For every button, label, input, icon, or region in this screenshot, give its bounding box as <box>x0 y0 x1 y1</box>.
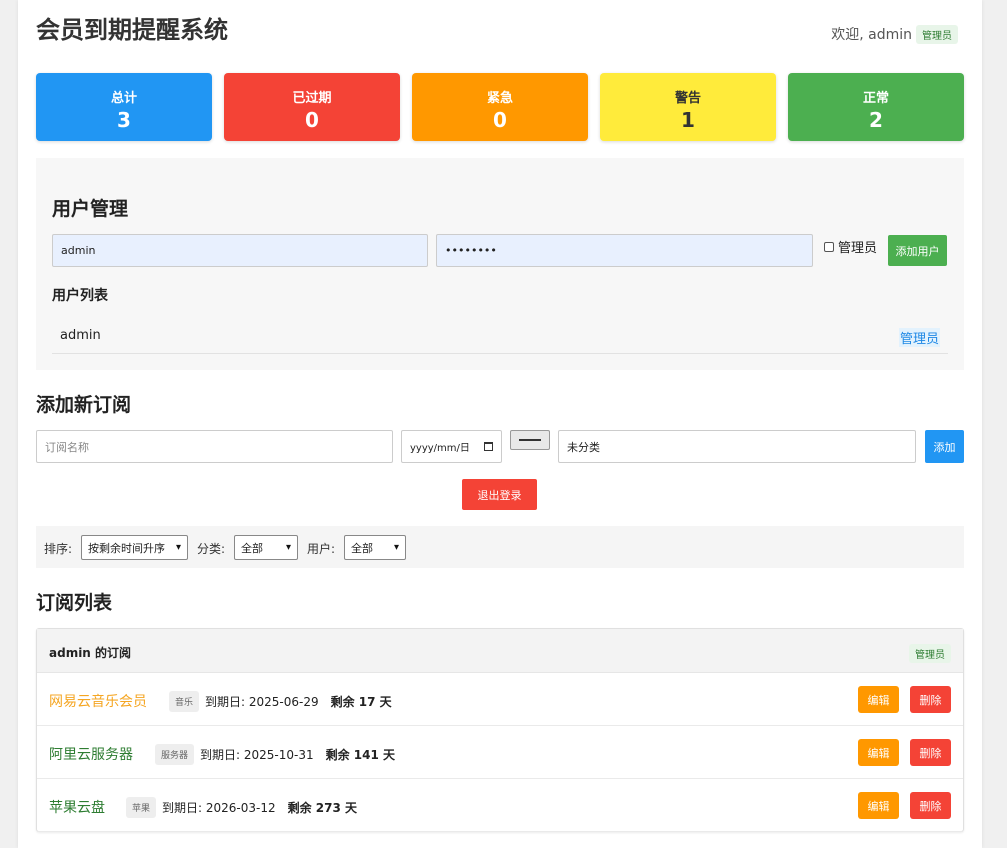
user-filter-label: 用户: <box>307 542 336 556</box>
stat-total: 总计 3 <box>36 73 212 141</box>
username-input[interactable]: admin <box>52 234 428 267</box>
page-container: 会员到期提醒系统 欢迎, admin 管理员 总计 3 已过期 0 紧急 0 警… <box>18 0 982 848</box>
add-subscription-button[interactable]: 添加 <box>925 430 964 463</box>
header: 会员到期提醒系统 欢迎, admin 管理员 <box>36 8 964 48</box>
user-filter-select[interactable]: 全部 ▾ <box>344 535 406 560</box>
subscription-row: 阿里云服务器 服务器 到期日: 2025-10-31 剩余 141 天 编辑 删… <box>37 726 963 779</box>
edit-button[interactable]: 编辑 <box>858 792 899 819</box>
page-title: 会员到期提醒系统 <box>36 16 228 44</box>
expiry-date: 到期日: 2025-10-31 <box>200 748 314 762</box>
color-picker-button[interactable] <box>510 430 550 450</box>
stat-label: 总计 <box>110 91 137 106</box>
chevron-down-icon: ▾ <box>393 542 399 553</box>
owner-heading: admin 的订阅 <box>49 646 132 660</box>
days-remaining: 剩余 141 天 <box>325 748 396 762</box>
add-subscription-title: 添加新订阅 <box>36 394 132 416</box>
category-input[interactable]: 未分类 <box>558 430 916 463</box>
category-tag: 音乐 <box>169 691 200 712</box>
edit-button[interactable]: 编辑 <box>858 739 899 766</box>
delete-button[interactable]: 删除 <box>910 739 951 766</box>
subscription-info: 服务器 到期日: 2025-10-31 剩余 141 天 <box>155 744 395 765</box>
date-placeholder: yyyy/mm/日 <box>410 443 470 454</box>
stat-expired: 已过期 0 <box>224 73 400 141</box>
user-list-title: 用户列表 <box>52 288 108 304</box>
subscription-info: 苹果 到期日: 2026-03-12 剩余 273 天 <box>126 797 357 818</box>
stat-label: 已过期 <box>292 91 332 106</box>
subscription-info: 音乐 到期日: 2025-06-29 剩余 17 天 <box>169 691 392 712</box>
stats-row: 总计 3 已过期 0 紧急 0 警告 1 正常 2 <box>36 73 964 141</box>
subscription-list-title: 订阅列表 <box>36 592 113 614</box>
expiry-date: 到期日: 2025-06-29 <box>205 695 319 709</box>
welcome-area: 欢迎, admin 管理员 <box>831 24 958 44</box>
stat-value: 1 <box>681 108 695 132</box>
days-remaining: 剩余 273 天 <box>287 801 358 815</box>
stat-label: 警告 <box>674 91 701 106</box>
stat-warning: 警告 1 <box>600 73 776 141</box>
stat-value: 2 <box>869 108 883 132</box>
expiry-date: 到期日: 2026-03-12 <box>162 801 276 815</box>
category-filter-value: 全部 <box>241 541 263 555</box>
days-remaining: 剩余 17 天 <box>330 695 392 709</box>
category-filter-label: 分类: <box>197 542 226 556</box>
filter-bar: 排序: 按剩余时间升序 ▾ 分类: 全部 ▾ 用户: 全部 ▾ <box>36 526 964 568</box>
stat-label: 紧急 <box>486 91 513 106</box>
subscription-name: 阿里云服务器 <box>49 747 133 763</box>
stat-label: 正常 <box>862 91 889 106</box>
subscription-name-input[interactable]: 订阅名称 <box>36 430 393 463</box>
subscription-row: 苹果云盘 苹果 到期日: 2026-03-12 剩余 273 天 编辑 删除 <box>37 779 963 832</box>
calendar-icon[interactable] <box>484 442 493 451</box>
checkbox-box[interactable] <box>824 241 834 252</box>
category-filter-select[interactable]: 全部 ▾ <box>234 535 298 560</box>
user-management-title: 用户管理 <box>52 198 129 220</box>
chevron-down-icon: ▾ <box>175 542 181 553</box>
stat-value: 3 <box>117 108 131 132</box>
user-filter-value: 全部 <box>351 541 373 555</box>
stat-normal: 正常 2 <box>788 73 964 141</box>
chevron-down-icon: ▾ <box>285 542 291 553</box>
stat-value: 0 <box>493 108 507 132</box>
delete-button[interactable]: 删除 <box>910 686 951 713</box>
user-name: admin <box>60 328 101 343</box>
sort-select[interactable]: 按剩余时间升序 ▾ <box>81 535 188 560</box>
user-role: 管理员 <box>898 328 940 347</box>
color-swatch <box>519 439 541 441</box>
user-management-panel: 用户管理 admin •••••••• 管理员 添加用户 用户列表 admin … <box>36 158 964 370</box>
category-tag: 苹果 <box>126 797 157 818</box>
edit-button[interactable]: 编辑 <box>858 686 899 713</box>
admin-checkbox-label: 管理员 <box>838 241 878 256</box>
subscription-name: 网易云音乐会员 <box>49 694 147 710</box>
password-input[interactable]: •••••••• <box>436 234 813 267</box>
role-badge: 管理员 <box>916 24 958 44</box>
subscription-name: 苹果云盘 <box>49 800 105 816</box>
category-tag: 服务器 <box>155 744 195 765</box>
subscription-list: admin 的订阅 管理员 网易云音乐会员 音乐 到期日: 2025-06-29… <box>36 628 964 832</box>
logout-button[interactable]: 退出登录 <box>462 479 537 510</box>
list-owner-header: admin 的订阅 管理员 <box>37 629 963 673</box>
subscription-row: 网易云音乐会员 音乐 到期日: 2025-06-29 剩余 17 天 编辑 删除 <box>37 673 963 726</box>
date-input[interactable]: yyyy/mm/日 <box>401 430 502 463</box>
delete-button[interactable]: 删除 <box>910 792 951 819</box>
stat-urgent: 紧急 0 <box>412 73 588 141</box>
admin-checkbox[interactable]: 管理员 <box>824 237 877 256</box>
user-row: admin 管理员 <box>52 318 948 354</box>
add-user-button[interactable]: 添加用户 <box>888 235 947 266</box>
sort-label: 排序: <box>44 542 73 556</box>
welcome-text: 欢迎, admin <box>831 27 912 43</box>
stat-value: 0 <box>305 108 319 132</box>
owner-role-badge: 管理员 <box>909 644 951 663</box>
sort-value: 按剩余时间升序 <box>88 541 165 555</box>
